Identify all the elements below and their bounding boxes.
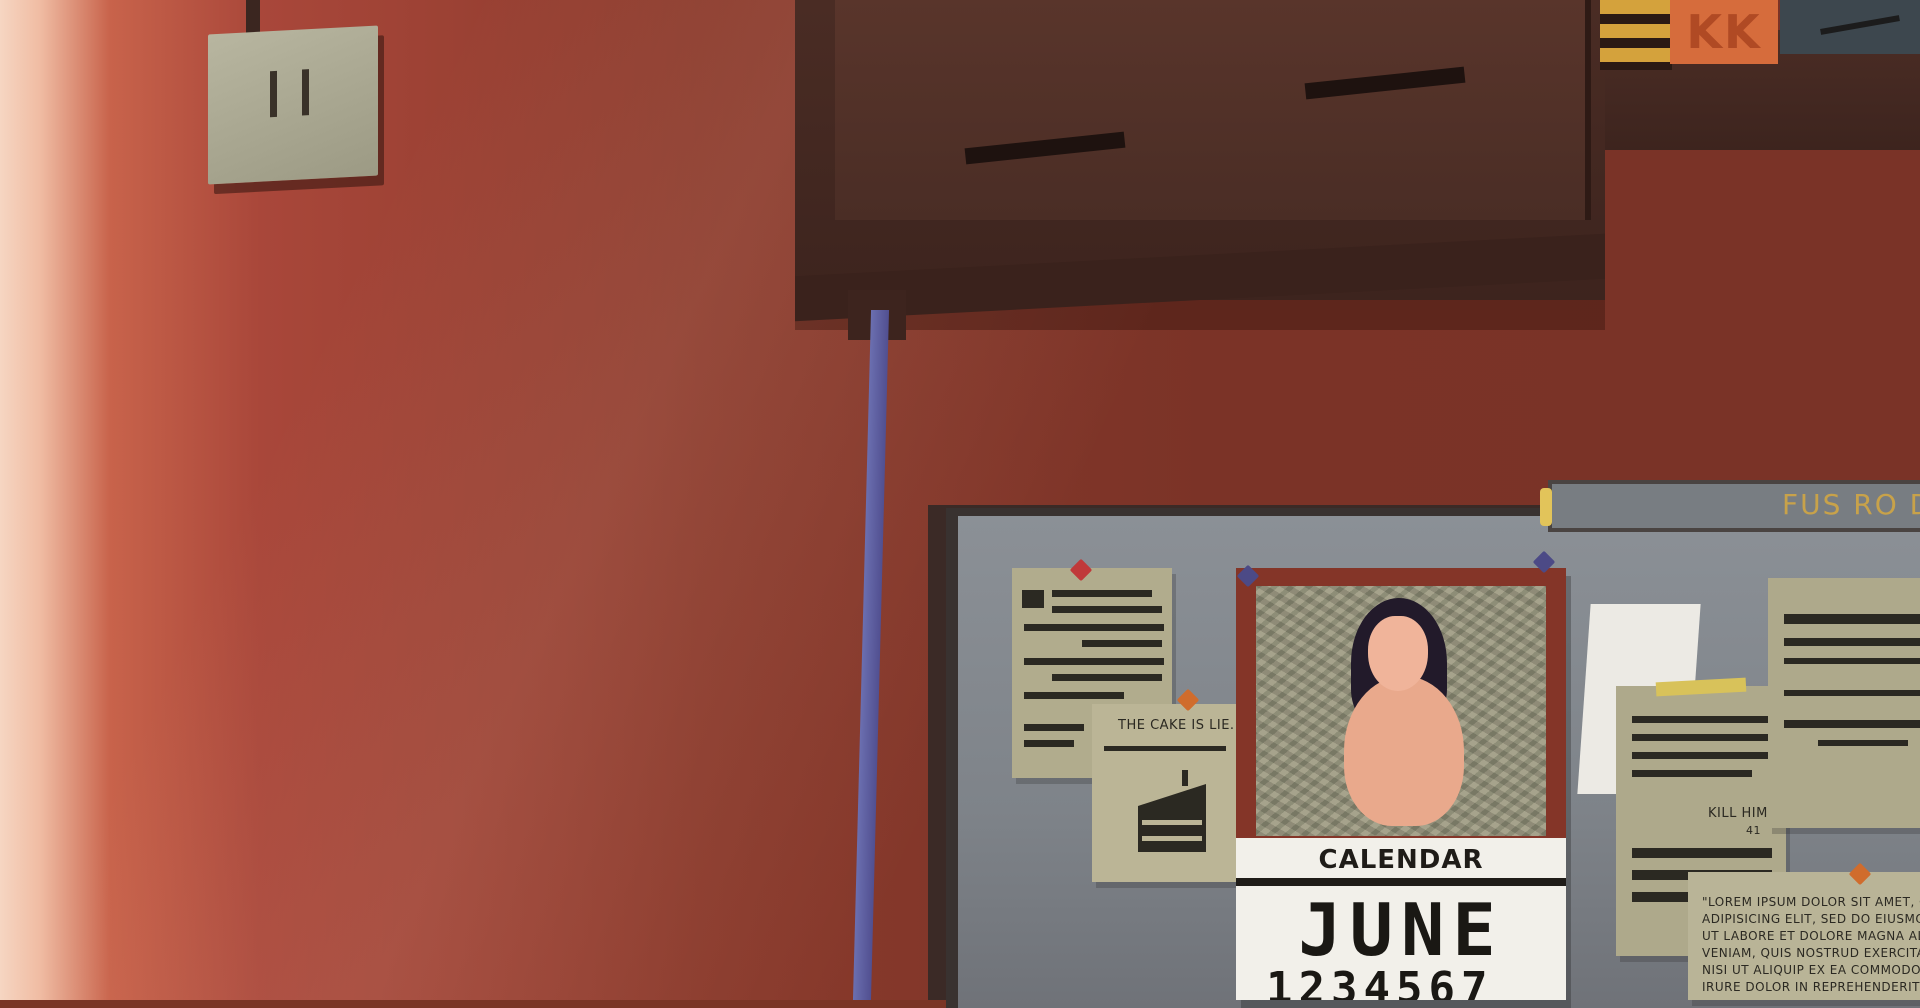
label-clip xyxy=(1540,488,1552,526)
cabinet-door-left[interactable] xyxy=(835,0,1201,220)
pinup-body xyxy=(1344,676,1464,826)
cabinet-handle-left[interactable] xyxy=(964,131,1126,165)
calendar-frame xyxy=(1236,568,1566,838)
kk-box[interactable]: KK xyxy=(1670,0,1778,64)
note-line xyxy=(1632,734,1772,741)
note-line xyxy=(1818,740,1908,746)
note-line xyxy=(1024,692,1124,699)
dark-box-mark xyxy=(1820,15,1900,35)
cake-icon xyxy=(1138,770,1206,852)
cake-note-text: THE CAKE IS LIE. xyxy=(1118,718,1235,733)
board-label-strip: FUS RO DA xyxy=(1548,480,1920,532)
book-stack[interactable] xyxy=(1600,0,1672,70)
note-line xyxy=(1024,658,1164,665)
lorem-note-text: "LOREM IPSUM DOLOR SIT AMET, CONS ADIPIS… xyxy=(1702,895,1920,994)
note-square-icon xyxy=(1022,590,1044,608)
note-line xyxy=(1024,724,1084,731)
dark-box[interactable] xyxy=(1780,0,1920,54)
socket-slot xyxy=(270,70,277,118)
note-line xyxy=(1104,746,1226,751)
board-label: FUS RO DA xyxy=(1782,488,1920,521)
note-line xyxy=(1632,848,1772,858)
calendar[interactable]: CALENDAR JUNE 1234567 xyxy=(1236,568,1566,1000)
note-line xyxy=(1052,590,1152,597)
note-line xyxy=(1052,674,1162,681)
note-line xyxy=(1784,638,1920,646)
note-line xyxy=(1632,752,1772,759)
kill-note-number: 41 xyxy=(1746,824,1761,837)
cabinet-door-right[interactable] xyxy=(1195,0,1591,220)
power-cord xyxy=(246,0,260,34)
kk-box-label: KK xyxy=(1686,5,1762,59)
pinup-face xyxy=(1368,616,1428,691)
shelf-items: KK xyxy=(1600,0,1920,70)
calendar-month: JUNE xyxy=(1298,888,1504,972)
socket-slot xyxy=(302,69,309,116)
note-line xyxy=(1052,606,1162,613)
note-line xyxy=(1784,690,1920,696)
calendar-title: CALENDAR xyxy=(1236,838,1566,886)
note-line xyxy=(1024,624,1164,631)
note-line xyxy=(1082,640,1162,647)
note-right[interactable] xyxy=(1768,578,1920,828)
wall-socket[interactable] xyxy=(208,25,378,185)
note-line xyxy=(1632,716,1772,723)
note-line xyxy=(1632,770,1752,777)
calendar-days: 1234567 xyxy=(1266,963,1494,1000)
cabinet-handle-right[interactable] xyxy=(1304,66,1466,100)
note-cake[interactable]: THE CAKE IS LIE. xyxy=(1092,704,1238,882)
note-line xyxy=(1784,658,1920,664)
note-line xyxy=(1784,720,1920,728)
calendar-photo xyxy=(1256,586,1546,836)
note-lorem[interactable]: "LOREM IPSUM DOLOR SIT AMET, CONS ADIPIS… xyxy=(1688,872,1920,1000)
note-line xyxy=(1784,614,1920,624)
note-line xyxy=(1024,740,1074,747)
